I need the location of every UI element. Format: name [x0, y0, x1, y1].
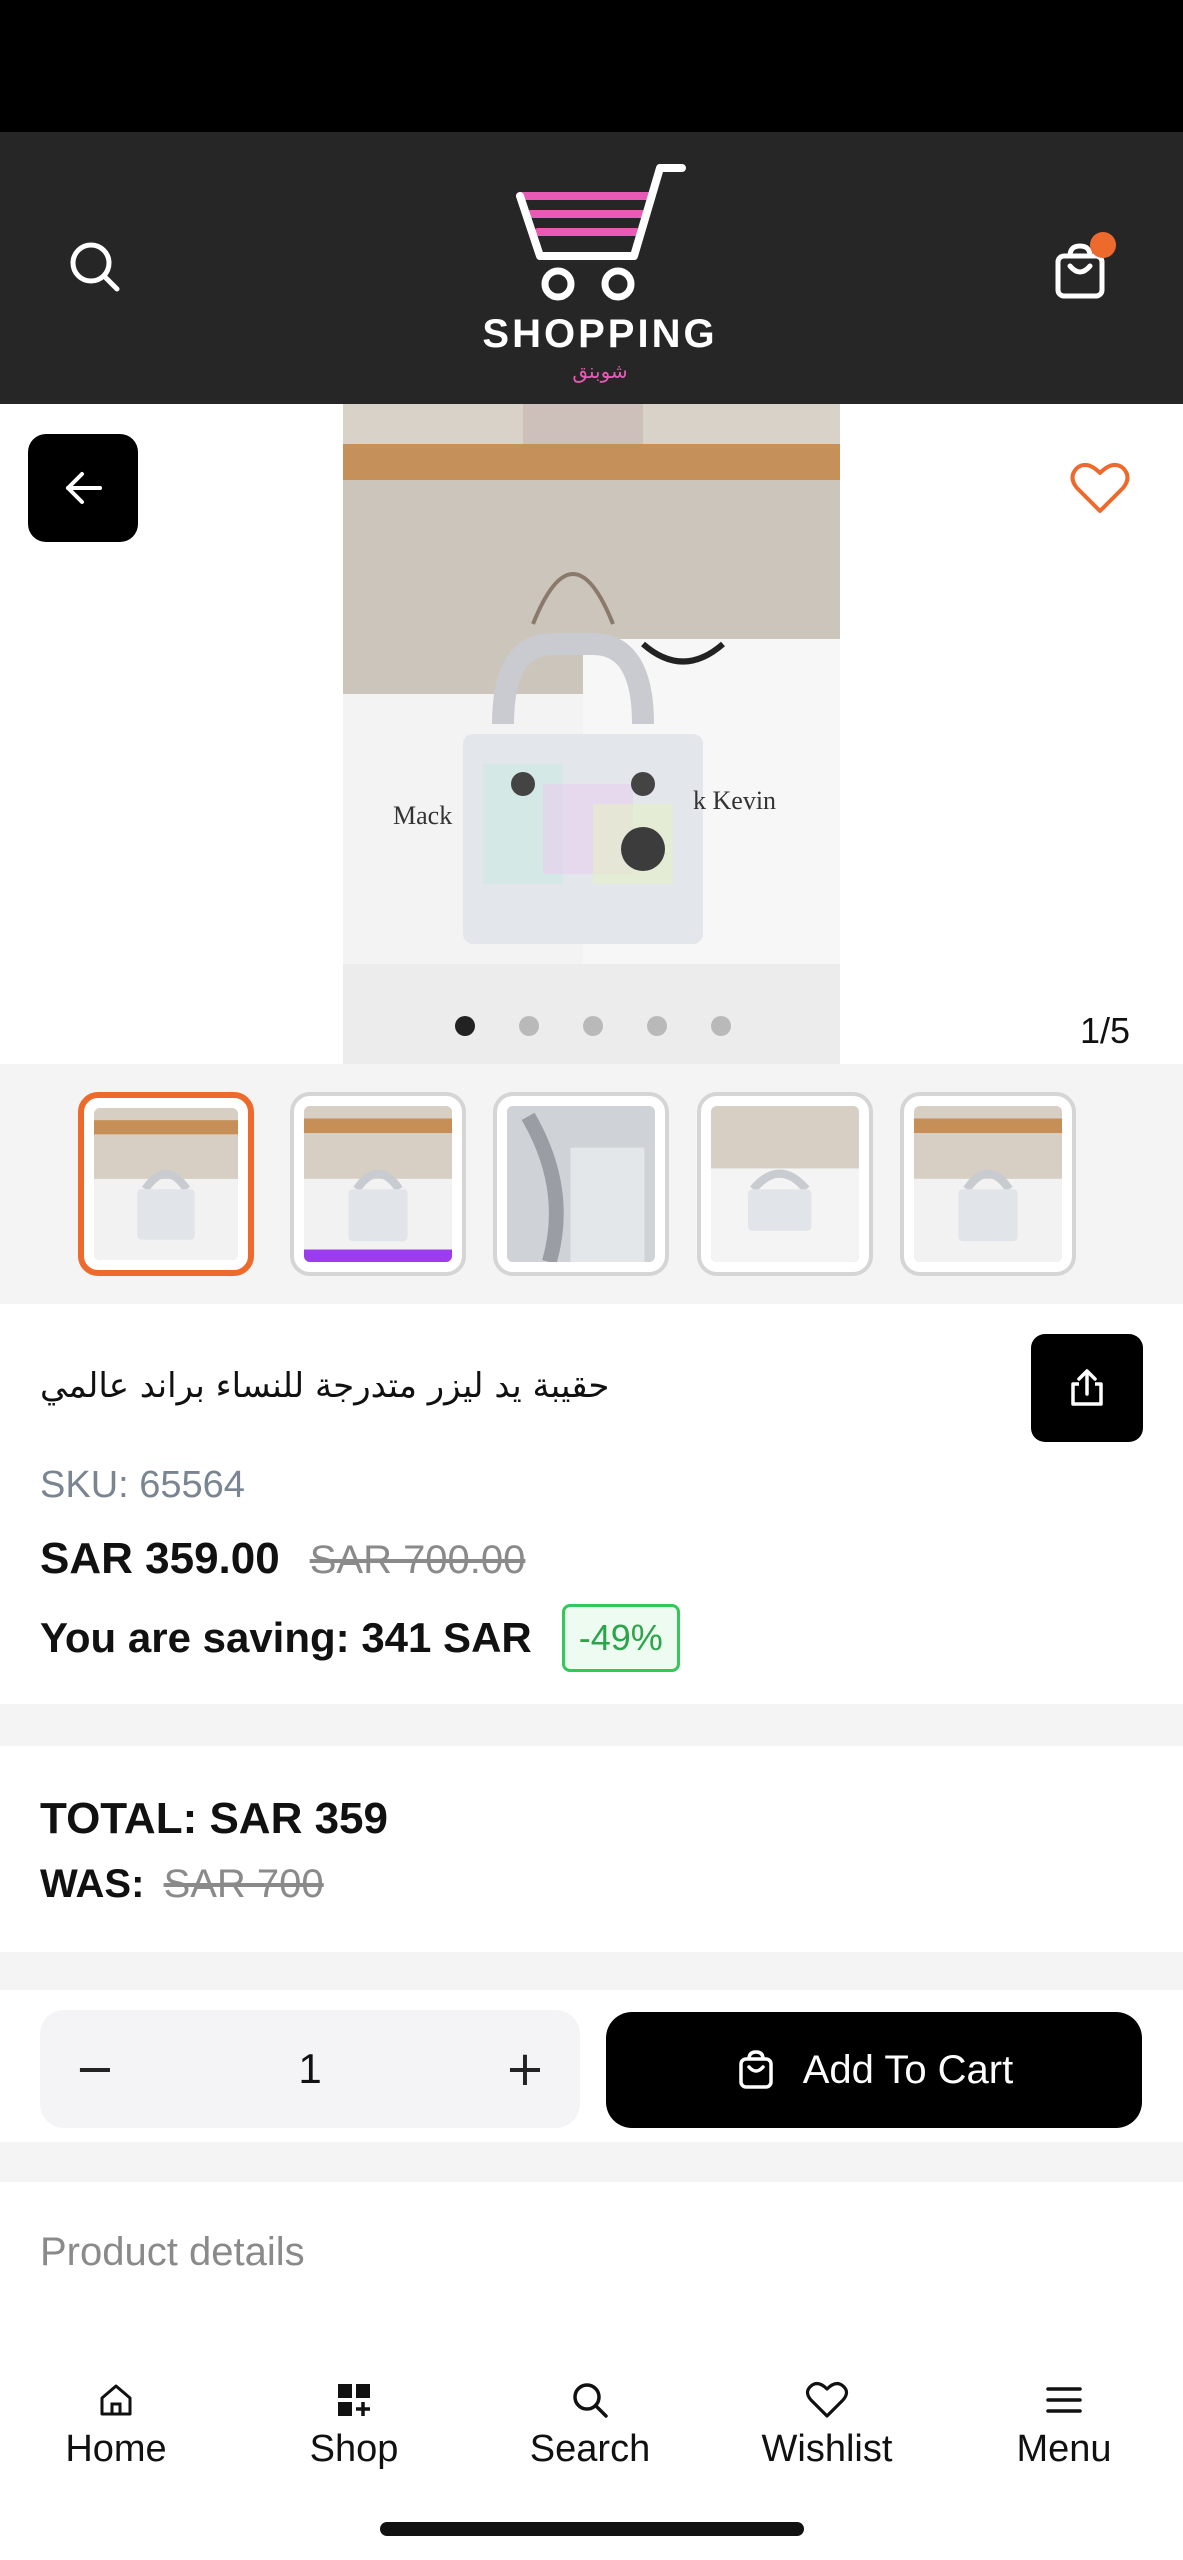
thumbnail-2[interactable] — [290, 1092, 466, 1276]
price-row: SAR 359.00 SAR 700.00 — [40, 1534, 525, 1584]
arrow-left-icon — [66, 472, 102, 504]
product-info: حقيبة يد ليزر متدرجة للنساء براند عالمي … — [0, 1304, 1183, 1704]
product-gallery[interactable]: Mack k Kevin 1/5 — [0, 404, 1183, 1064]
gallery-pagination-dots — [455, 1016, 731, 1036]
nav-item-menu[interactable]: Menu — [964, 2380, 1164, 2471]
thumbnail-1[interactable] — [78, 1092, 254, 1276]
thumbnail-5[interactable] — [900, 1092, 1076, 1276]
brand-subtitle: شوبنق — [572, 359, 628, 383]
nav-label: Wishlist — [761, 2428, 893, 2470]
thumbnail-image — [711, 1106, 859, 1262]
totals-section: TOTAL: SAR 359 WAS: SAR 700 — [0, 1746, 1183, 1952]
pagination-dot[interactable] — [647, 1016, 667, 1036]
back-button[interactable] — [28, 434, 138, 542]
status-bar — [0, 0, 1183, 132]
image-counter: 1/5 — [1080, 1010, 1131, 1051]
share-button[interactable] — [1031, 1334, 1143, 1442]
svg-text:Mack: Mack — [393, 801, 452, 830]
cart-notification-dot — [1090, 232, 1116, 258]
pagination-dot[interactable] — [455, 1016, 475, 1036]
total-price: TOTAL: SAR 359 — [40, 1794, 388, 1843]
quantity-stepper: − 1 + — [40, 2010, 580, 2128]
section-divider — [0, 2142, 1183, 2182]
cart-logo-icon — [516, 164, 686, 301]
grid-icon — [338, 2384, 370, 2416]
thumbnail-image — [507, 1106, 655, 1262]
nav-item-wishlist[interactable]: Wishlist — [727, 2380, 927, 2471]
home-indicator — [380, 2522, 804, 2536]
product-details-heading[interactable]: Product details — [40, 2230, 305, 2275]
add-to-cart-button[interactable]: Add To Cart — [606, 2012, 1142, 2128]
purchase-row: − 1 + Add To Cart — [0, 1990, 1183, 2142]
product-main-image[interactable]: Mack k Kevin — [343, 404, 840, 1064]
thumbnail-4[interactable] — [697, 1092, 873, 1276]
share-icon — [1071, 1369, 1103, 1406]
app-header: SHOPPING شوبنق — [0, 132, 1183, 404]
nav-label: Menu — [1016, 2428, 1112, 2470]
search-icon — [70, 242, 120, 292]
brand-name: SHOPPING — [482, 312, 718, 356]
product-title: حقيبة يد ليزر متدرجة للنساء براند عالمي — [40, 1366, 610, 1406]
handbag-photo: Mack k Kevin — [343, 404, 840, 1064]
pagination-dot[interactable] — [711, 1016, 731, 1036]
heart-icon — [805, 2382, 849, 2418]
quantity-decrease-button[interactable]: − — [40, 2010, 150, 2128]
menu-icon — [1046, 2387, 1082, 2413]
discount-badge: -49% — [561, 1604, 680, 1672]
thumbnail-3[interactable] — [493, 1092, 669, 1276]
saving-text: You are saving: 341 SAR — [40, 1614, 532, 1661]
nav-item-home[interactable]: Home — [16, 2380, 216, 2471]
quantity-increase-button[interactable]: + — [470, 2010, 580, 2128]
shopping-bag-icon — [739, 2050, 773, 2089]
was-label: WAS: — [40, 1862, 145, 1906]
wishlist-toggle-button[interactable] — [1065, 456, 1135, 520]
svg-text:k Kevin: k Kevin — [693, 786, 776, 815]
section-divider — [0, 1704, 1183, 1746]
pagination-dot[interactable] — [519, 1016, 539, 1036]
nav-item-search[interactable]: Search — [490, 2380, 690, 2471]
thumbnail-image — [914, 1106, 1062, 1262]
section-divider — [0, 1952, 1183, 1990]
home-icon — [100, 2384, 132, 2416]
search-icon — [573, 2383, 608, 2418]
nav-item-shop[interactable]: Shop — [254, 2380, 454, 2471]
quantity-value: 1 — [298, 2045, 322, 2092]
header-search-button[interactable] — [50, 232, 140, 302]
was-price: WAS: SAR 700 — [40, 1862, 324, 1907]
thumbnail-image — [304, 1106, 452, 1262]
original-price: SAR 700.00 — [309, 1538, 526, 1582]
add-to-cart-label: Add To Cart — [802, 2047, 1014, 2092]
pagination-dot[interactable] — [583, 1016, 603, 1036]
product-sku: SKU: 65564 — [40, 1464, 245, 1506]
nav-label: Home — [65, 2428, 167, 2470]
thumbnail-strip — [0, 1064, 1183, 1304]
saving-row: You are saving: 341 SAR -49% — [40, 1604, 680, 1672]
bottom-navigation: Home Shop Search Wishlist Menu — [0, 2360, 1183, 2560]
nav-label: Search — [529, 2428, 651, 2470]
thumbnail-image — [94, 1108, 238, 1260]
header-cart-button[interactable] — [1030, 232, 1130, 312]
heart-icon — [1070, 462, 1130, 513]
nav-label: Shop — [309, 2428, 399, 2470]
brand-logo[interactable]: SHOPPING شوبنق — [440, 156, 760, 386]
was-value: SAR 700 — [163, 1862, 324, 1906]
current-price: SAR 359.00 — [40, 1534, 280, 1583]
